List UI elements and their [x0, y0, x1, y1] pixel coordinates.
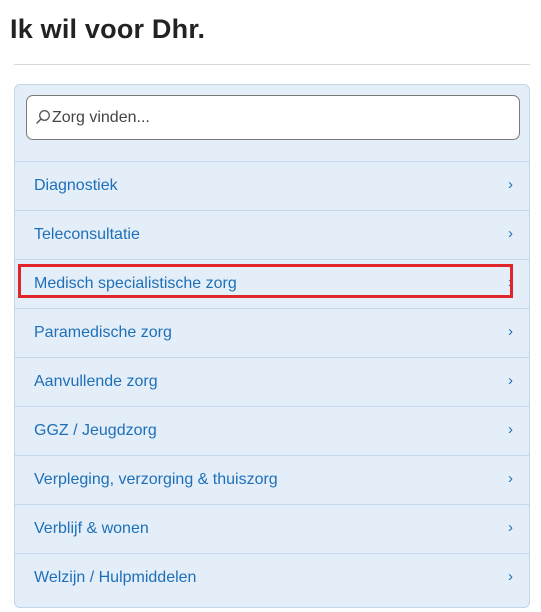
care-selection-page: Ik wil voor Dhr. Diagnostiek › Teleconsu…: [0, 0, 541, 612]
menu-item-label: Verpleging, verzorging & thuiszorg: [34, 471, 278, 488]
search-icon: [36, 110, 50, 124]
menu-item-ggz-jeugdzorg[interactable]: GGZ / Jeugdzorg ›: [15, 406, 529, 455]
menu-item-aanvullende-zorg[interactable]: Aanvullende zorg ›: [15, 357, 529, 406]
care-category-list: Diagnostiek › Teleconsultatie › Medisch …: [15, 161, 529, 602]
chevron-right-icon: ›: [508, 225, 513, 242]
chevron-right-icon: ›: [508, 421, 513, 438]
header-divider: [14, 64, 530, 65]
menu-item-label: Paramedische zorg: [34, 324, 172, 341]
menu-item-paramedische-zorg[interactable]: Paramedische zorg ›: [15, 308, 529, 357]
chevron-right-icon: ›: [508, 372, 513, 389]
search-box[interactable]: [26, 95, 520, 140]
menu-item-verpleging-verzorging-thuiszorg[interactable]: Verpleging, verzorging & thuiszorg ›: [15, 455, 529, 504]
menu-item-teleconsultatie[interactable]: Teleconsultatie ›: [15, 210, 529, 259]
menu-item-welzijn-hulpmiddelen[interactable]: Welzijn / Hulpmiddelen ›: [15, 553, 529, 602]
menu-item-label: GGZ / Jeugdzorg: [34, 422, 157, 439]
menu-item-verblijf-wonen[interactable]: Verblijf & wonen ›: [15, 504, 529, 553]
menu-item-label: Aanvullende zorg: [34, 373, 158, 390]
search-input[interactable]: [52, 96, 512, 139]
chevron-right-icon: ›: [508, 323, 513, 340]
chevron-right-icon: ›: [508, 274, 513, 291]
care-menu-panel: Diagnostiek › Teleconsultatie › Medisch …: [14, 84, 530, 608]
menu-item-label: Medisch specialistische zorg: [34, 275, 237, 292]
menu-item-diagnostiek[interactable]: Diagnostiek ›: [15, 161, 529, 210]
page-title: Ik wil voor Dhr.: [10, 14, 206, 44]
chevron-right-icon: ›: [508, 519, 513, 536]
chevron-right-icon: ›: [508, 176, 513, 193]
menu-item-label: Welzijn / Hulpmiddelen: [34, 569, 197, 586]
menu-item-label: Diagnostiek: [34, 177, 118, 194]
chevron-right-icon: ›: [508, 470, 513, 487]
chevron-right-icon: ›: [508, 568, 513, 585]
menu-item-label: Verblijf & wonen: [34, 520, 149, 537]
menu-item-label: Teleconsultatie: [34, 226, 140, 243]
menu-item-medisch-specialistische-zorg[interactable]: Medisch specialistische zorg ›: [15, 259, 529, 308]
